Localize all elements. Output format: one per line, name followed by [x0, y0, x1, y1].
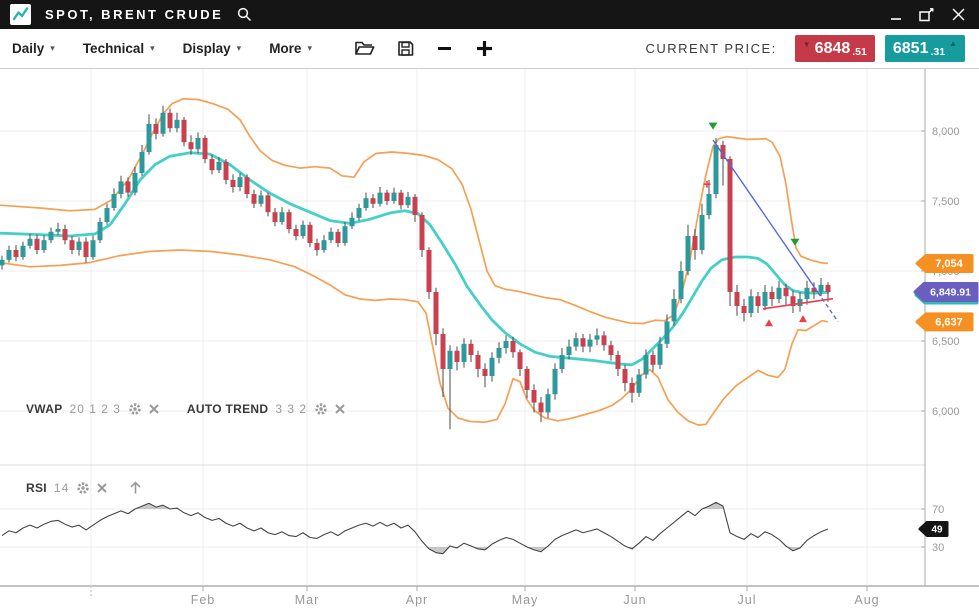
- menu-more[interactable]: More▾: [269, 41, 312, 56]
- bid-price-decimals: .51: [852, 46, 867, 58]
- restore-button[interactable]: [919, 8, 935, 22]
- chevron-down-icon: ▾: [307, 43, 312, 54]
- trend-trough-marker: [799, 315, 807, 322]
- svg-text:7,054: 7,054: [935, 258, 963, 270]
- autotrend-remove-icon[interactable]: [335, 404, 345, 414]
- month-label: Apr: [406, 593, 428, 607]
- trend-trough-marker: [765, 319, 773, 326]
- vwap-indicator-params: 20 1 2 3: [70, 402, 121, 416]
- bollinger-bands: [0, 99, 828, 425]
- svg-text:49: 49: [931, 524, 943, 535]
- zoom-in-button[interactable]: [475, 39, 494, 58]
- autotrend-indicator-name: AUTO TREND: [187, 402, 268, 416]
- rsi-layer: [2, 502, 828, 553]
- rsi-indicator-params: 14: [54, 481, 69, 495]
- rsi-legend-row: RSI 14: [26, 480, 142, 495]
- ask-price-decimals: .31: [930, 46, 945, 58]
- zoom-out-button[interactable]: [436, 40, 453, 57]
- ask-price-value: 6851: [893, 40, 929, 58]
- trend-peak-marker: [791, 239, 800, 246]
- menu-display[interactable]: Display▾: [183, 41, 242, 56]
- month-label: May: [512, 593, 539, 607]
- y-axis-label: 6,500: [932, 336, 960, 348]
- rsi-move-up-icon[interactable]: [129, 480, 142, 495]
- month-label: Jul: [738, 593, 757, 607]
- rsi-line: [2, 502, 828, 553]
- window-title: SPOT, BRENT CRUDE: [45, 7, 223, 22]
- minimize-button[interactable]: [891, 9, 902, 21]
- vwap-remove-icon[interactable]: [149, 404, 159, 414]
- ask-price-badge: 6851 .31 ▲: [885, 35, 965, 62]
- svg-text:6,637: 6,637: [935, 316, 963, 328]
- chevron-down-icon: ▾: [237, 43, 242, 54]
- trading-app-window: SPOT, BRENT CRUDE Daily▾ Technical▾ Disp…: [0, 0, 979, 612]
- bid-price-badge: ▼ 6848 .51: [795, 35, 875, 62]
- y-axis-label: 8,000: [932, 126, 960, 138]
- arrow-up-icon: ▲: [949, 39, 957, 48]
- autotrend-indicator-params: 3 3 2: [275, 402, 307, 416]
- menu-technical[interactable]: Technical▾: [83, 41, 155, 56]
- chevron-down-icon: ▾: [150, 43, 155, 54]
- rsi-indicator-name: RSI: [26, 481, 47, 495]
- window-controls: [891, 8, 969, 22]
- chevron-down-icon: ▾: [50, 43, 55, 54]
- titlebar: SPOT, BRENT CRUDE: [0, 0, 979, 29]
- month-label: Aug: [854, 593, 879, 607]
- vwap-indicator-name: VWAP: [26, 402, 63, 416]
- y-axis-label: 6,000: [932, 406, 960, 418]
- arrow-down-icon: ▼: [803, 40, 811, 49]
- month-label: Jun: [623, 593, 646, 607]
- rsi-axis-label: 70: [932, 504, 944, 516]
- vwap-settings-gear-icon[interactable]: [128, 402, 142, 416]
- close-button[interactable]: [952, 8, 965, 21]
- rsi-settings-gear-icon[interactable]: [76, 481, 90, 495]
- price-badges-layer: 7,054 6,637 6,849.91 49: [915, 255, 977, 535]
- month-label: Mar: [295, 593, 320, 607]
- indicator-legend-row: VWAP 20 1 2 3 AUTO TREND 3 3 2: [26, 402, 345, 416]
- toolbar: Daily▾ Technical▾ Display▾ More▾ CURRENT…: [0, 29, 979, 69]
- price-chart-canvas[interactable]: 8,0007,5007,0006,5006,0007030FebMarAprMa…: [0, 69, 979, 612]
- rsi-axis-label: 30: [932, 542, 944, 554]
- save-button[interactable]: [397, 40, 414, 57]
- current-price-label: CURRENT PRICE:: [645, 41, 776, 56]
- trend-peak-marker: [709, 123, 718, 130]
- search-icon[interactable]: [237, 7, 252, 22]
- rsi-remove-icon[interactable]: [97, 483, 107, 493]
- svg-text:6,849.91: 6,849.91: [930, 287, 971, 299]
- y-axis-label: 7,500: [932, 196, 960, 208]
- current-price-block: CURRENT PRICE: ▼ 6848 .51 6851 .31 ▲: [645, 35, 967, 62]
- menu-daily[interactable]: Daily▾: [12, 41, 55, 56]
- open-file-button[interactable]: [354, 40, 375, 57]
- app-logo-icon: [10, 4, 31, 25]
- autotrend-settings-gear-icon[interactable]: [314, 402, 328, 416]
- month-label: Feb: [191, 593, 216, 607]
- bid-price-value: 6848: [815, 40, 851, 58]
